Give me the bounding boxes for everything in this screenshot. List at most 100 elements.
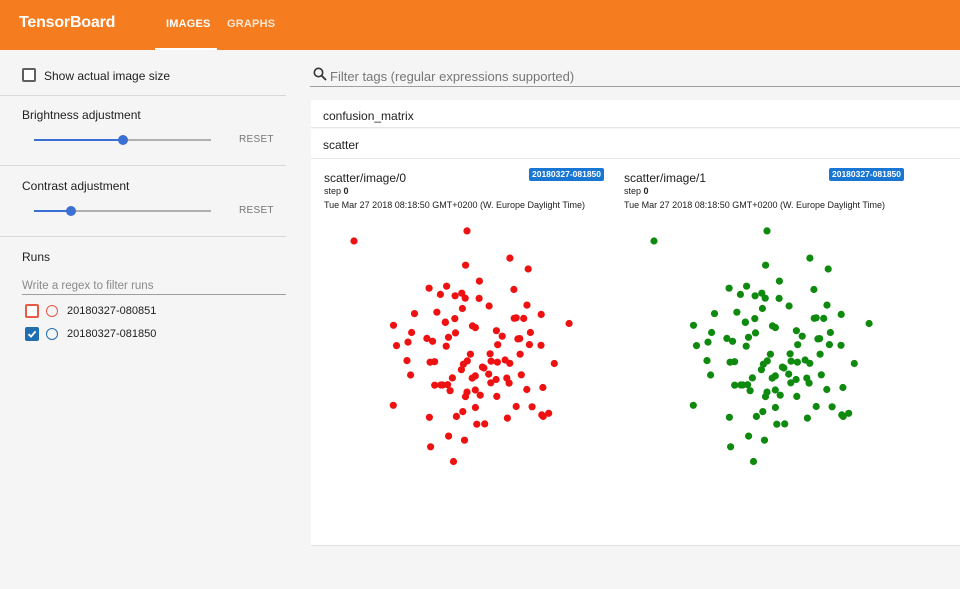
scatter-point [433, 308, 441, 316]
scatter-point [761, 393, 770, 401]
scatter-point [493, 358, 501, 366]
scatter-point [392, 342, 401, 350]
scatter-point [837, 341, 845, 349]
scatter-point [741, 318, 749, 326]
scatter-point [451, 315, 459, 323]
scatter-point [760, 436, 769, 444]
pane-title: confusion_matrix [323, 109, 414, 123]
contrast-slider-knob[interactable] [66, 206, 76, 216]
scatter-point [704, 338, 712, 346]
scatter-point [458, 304, 466, 313]
scatter-point [771, 372, 779, 380]
scatter-point [793, 392, 801, 400]
scatter-point [516, 335, 524, 343]
scatter-point [763, 227, 771, 235]
scatter-point [539, 412, 547, 420]
scatter-point [820, 314, 828, 322]
run-badge: 20180327-081850 [829, 168, 905, 181]
scatter-point [757, 366, 765, 374]
scatter-point [794, 341, 802, 349]
search-underline [310, 86, 960, 87]
scatter-point [437, 381, 445, 389]
scatter-point [451, 329, 460, 337]
scatter-point [461, 294, 469, 302]
scatter-point [823, 385, 831, 394]
top-app-bar: TensorBoard IMAGES GRAPHS [0, 0, 960, 50]
scatter-point [771, 386, 779, 394]
scatter-point [766, 350, 774, 358]
scatter-point [452, 412, 460, 420]
scatter-point [792, 327, 800, 335]
scatter-point [528, 403, 536, 411]
scatter-point [825, 341, 833, 349]
scatter-point [725, 413, 733, 421]
scatter-point [751, 292, 759, 300]
brightness-slider-knob[interactable] [118, 135, 128, 145]
card-title: scatter/image/1 [624, 171, 707, 185]
scatter-point [463, 227, 471, 235]
scatter-point [806, 254, 814, 262]
scatter-point [742, 342, 750, 350]
scatter-image[interactable] [324, 219, 624, 469]
scatter-point [850, 359, 858, 368]
scatter-point [503, 414, 511, 422]
scatter-point [805, 379, 813, 387]
scatter-point [444, 381, 452, 389]
tab-graphs[interactable]: GRAPHS [227, 18, 275, 30]
scatter-point [451, 292, 459, 300]
contrast-reset-button[interactable]: RESET [239, 205, 274, 216]
tag-filter-input[interactable] [330, 66, 960, 86]
brightness-reset-button[interactable]: RESET [239, 134, 274, 145]
pane-scatter: scatter scatter/image/0 20180327-081850 … [311, 129, 960, 546]
scatter-point [493, 392, 501, 400]
run-checkbox-1[interactable] [25, 304, 39, 318]
scatter-point [839, 383, 847, 392]
scatter-point [494, 341, 502, 349]
scatter-point [505, 379, 513, 387]
scatter-point [537, 310, 545, 318]
runs-filter-input[interactable] [22, 277, 286, 295]
scatter-point [773, 420, 781, 428]
show-actual-size-checkbox[interactable] [22, 68, 36, 82]
scatter-point [523, 301, 531, 309]
tab-images[interactable]: IMAGES [166, 18, 211, 30]
scatter-point [793, 358, 801, 366]
run-checkbox-2[interactable] [25, 327, 39, 341]
scatter-point [516, 350, 524, 358]
scatter-point [425, 284, 433, 292]
brightness-slider-fill [34, 139, 123, 141]
scatter-point [733, 308, 741, 316]
scatter-point [771, 403, 779, 412]
scatter-point [485, 302, 493, 310]
pane-confusion-matrix[interactable]: confusion_matrix [311, 100, 960, 128]
scatter-point [526, 328, 534, 337]
scatter-point [481, 420, 489, 428]
scatter-point [775, 277, 783, 285]
card-timestamp: Tue Mar 27 2018 08:18:50 GMT+0200 (W. Eu… [624, 200, 886, 210]
scatter-point [743, 282, 751, 290]
scatter-point [471, 386, 479, 394]
scatter-point [565, 319, 573, 328]
scatter-image[interactable] [624, 219, 924, 469]
card-step: step 0 [324, 186, 349, 196]
scatter-point [798, 332, 806, 340]
scatter-point [824, 265, 832, 273]
scatter-point [810, 314, 818, 322]
scatter-point [727, 443, 735, 451]
scatter-point [707, 371, 715, 379]
scatter-point [471, 372, 479, 380]
scatter-point [826, 328, 834, 337]
scatter-point [539, 383, 547, 392]
scatter-point [473, 420, 481, 428]
divider [0, 165, 286, 166]
scatter-point [550, 359, 558, 368]
pane-header[interactable]: scatter [311, 129, 960, 159]
scatter-point [442, 342, 450, 350]
scatter-point [781, 420, 789, 428]
scatter-point [460, 436, 469, 444]
scatter-point [444, 333, 453, 341]
scatter-point [744, 381, 752, 389]
scatter-point [787, 357, 795, 365]
scatter-point [748, 374, 756, 382]
run-name: 20180327-081850 [67, 328, 157, 340]
